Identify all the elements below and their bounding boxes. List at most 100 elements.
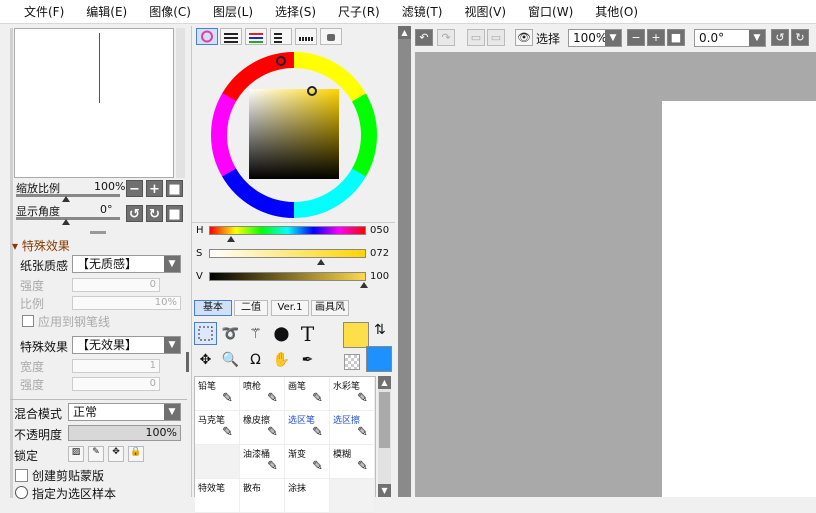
brush-slot-8[interactable]: [195, 445, 240, 479]
zoom-tool-icon[interactable]: 🔍: [219, 348, 242, 371]
scroll-up-icon[interactable]: ▲: [398, 26, 411, 39]
rotate-right-button[interactable]: ↻: [146, 205, 163, 222]
tool-tab-painter[interactable]: 画具风: [311, 300, 349, 316]
lock-paint-icon[interactable]: ✎: [88, 446, 104, 462]
brush-slot-5[interactable]: 橡皮擦 ✎: [240, 411, 285, 445]
scroll-up-icon[interactable]: ▲: [378, 376, 391, 389]
redo-button[interactable]: ↷: [437, 29, 455, 46]
hue-slider-handle[interactable]: [227, 236, 235, 242]
move-icon[interactable]: ✥: [194, 348, 217, 371]
rotate-reset-button[interactable]: ■: [166, 205, 183, 222]
strength2-field[interactable]: 0: [72, 377, 160, 391]
menu-item-7[interactable]: 视图(V): [464, 0, 506, 23]
expand-triangle-icon[interactable]: ▾: [12, 239, 22, 253]
undo-button[interactable]: ↶: [415, 29, 433, 46]
effects-scrollbar[interactable]: [186, 352, 189, 372]
hsv-slider-tab-icon[interactable]: [245, 28, 267, 45]
rect-select-icon[interactable]: [194, 322, 217, 345]
effect-select[interactable]: 【无效果】 ▼: [72, 336, 181, 354]
menu-item-1[interactable]: 编辑(E): [86, 0, 127, 23]
text-tool-icon[interactable]: T: [296, 322, 319, 346]
transparent-color-icon[interactable]: [344, 354, 360, 370]
clipping-mask-checkbox[interactable]: [15, 469, 28, 482]
tool-tab-basic[interactable]: 基本: [194, 300, 232, 316]
canvas-zoom-select[interactable]: 100% ▼: [568, 29, 622, 47]
brush-slot-11[interactable]: 模糊 ✎: [330, 445, 375, 479]
menu-item-4[interactable]: 选择(S): [275, 0, 316, 23]
color-wheel-tab-icon[interactable]: [196, 28, 218, 45]
brush-slot-3[interactable]: 水彩笔 ✎: [330, 377, 375, 411]
brush-slot-4[interactable]: 马克笔 ✎: [195, 411, 240, 445]
shape-select-icon[interactable]: ⬤: [270, 322, 293, 345]
canvas-rotate-right-button[interactable]: ↻: [791, 29, 809, 46]
lasso-icon[interactable]: ➰: [219, 322, 242, 345]
lock-move-icon[interactable]: ✥: [108, 446, 124, 462]
navigator-preview[interactable]: [14, 28, 174, 178]
menu-item-6[interactable]: 滤镜(T): [402, 0, 443, 23]
primary-color-swatch[interactable]: [343, 322, 369, 348]
eyedropper-icon[interactable]: ✒: [296, 348, 319, 371]
scroll-thumb[interactable]: [379, 392, 390, 448]
tool-tab-binary[interactable]: 二值: [234, 300, 268, 316]
paper-texture-select[interactable]: 【无质感】 ▼: [72, 255, 181, 273]
magic-wand-icon[interactable]: ⚚: [244, 322, 267, 345]
canvas-zoom-in-button[interactable]: +: [647, 29, 665, 46]
swatch-tab-icon[interactable]: [270, 28, 292, 45]
canvas-zoom-out-button[interactable]: −: [627, 29, 645, 46]
width-field[interactable]: 1: [72, 359, 160, 373]
brush-slot-15[interactable]: [330, 479, 375, 513]
opacity-slider[interactable]: 100%: [68, 425, 181, 441]
lock-transparency-icon[interactable]: ▨: [68, 446, 84, 462]
brush-grid-scrollbar[interactable]: ▲ ▼: [378, 376, 391, 497]
strength-field[interactable]: 0: [72, 278, 160, 292]
canvas-zoom-reset-button[interactable]: ■: [667, 29, 685, 46]
scratchpad-tab-icon[interactable]: [320, 28, 342, 45]
panel-splitter[interactable]: [90, 231, 106, 234]
value-slider[interactable]: [209, 272, 366, 281]
brush-slot-12[interactable]: 特效笔: [195, 479, 240, 513]
hand-icon[interactable]: ✋: [270, 348, 293, 371]
zoom-reset-button[interactable]: ■: [166, 180, 183, 197]
zoom-slider-handle[interactable]: [62, 196, 70, 202]
zoom-out-button[interactable]: −: [126, 180, 143, 197]
hue-slider[interactable]: [209, 226, 366, 235]
blend-mode-select[interactable]: 正常 ▼: [68, 403, 181, 421]
scale-field[interactable]: 10%: [72, 296, 181, 310]
fill-button[interactable]: ▭: [487, 29, 505, 46]
eye-icon[interactable]: 👁: [515, 29, 533, 46]
menu-item-5[interactable]: 尺子(R): [338, 0, 380, 23]
canvas-vertical-scrollbar[interactable]: ▲: [398, 26, 411, 497]
selection-source-radio[interactable]: [15, 486, 28, 499]
rotate-tool-icon[interactable]: Ω: [244, 348, 267, 371]
canvas-paper[interactable]: [662, 101, 816, 497]
rotate-left-button[interactable]: ↺: [126, 205, 143, 222]
menu-item-0[interactable]: 文件(F): [24, 0, 64, 23]
rgb-slider-tab-icon[interactable]: [220, 28, 242, 45]
scroll-down-icon[interactable]: ▼: [378, 484, 391, 497]
menu-item-9[interactable]: 其他(O): [595, 0, 638, 23]
palette-tab-icon[interactable]: [295, 28, 317, 45]
secondary-color-swatch[interactable]: [366, 346, 392, 372]
menu-item-8[interactable]: 窗口(W): [528, 0, 573, 23]
brush-slot-14[interactable]: 涂抹: [285, 479, 330, 513]
swap-colors-icon[interactable]: ⇅: [374, 322, 386, 338]
menu-item-3[interactable]: 图层(L): [213, 0, 253, 23]
apply-to-pen-checkbox[interactable]: [22, 315, 34, 327]
zoom-in-button[interactable]: +: [146, 180, 163, 197]
canvas-angle-select[interactable]: 0.0° ▼: [694, 29, 766, 47]
brush-slot-9[interactable]: 油漆桶 ✎: [240, 445, 285, 479]
canvas-viewport[interactable]: [415, 52, 816, 497]
tool-tab-ver1[interactable]: Ver.1: [271, 300, 309, 316]
saturation-slider-handle[interactable]: [317, 259, 325, 265]
navigator-scrollbar[interactable]: [176, 28, 185, 178]
lock-all-icon[interactable]: 🔒: [128, 446, 144, 462]
brush-slot-13[interactable]: 散布: [240, 479, 285, 513]
brush-slot-6[interactable]: 选区笔 ✎: [285, 411, 330, 445]
brush-slot-0[interactable]: 铅笔 ✎: [195, 377, 240, 411]
saturation-slider[interactable]: [209, 249, 366, 258]
canvas-rotate-left-button[interactable]: ↺: [771, 29, 789, 46]
brush-slot-7[interactable]: 选区擦 ✎: [330, 411, 375, 445]
menu-item-2[interactable]: 图像(C): [149, 0, 191, 23]
value-slider-handle[interactable]: [360, 282, 368, 288]
clear-button[interactable]: ▭: [467, 29, 485, 46]
